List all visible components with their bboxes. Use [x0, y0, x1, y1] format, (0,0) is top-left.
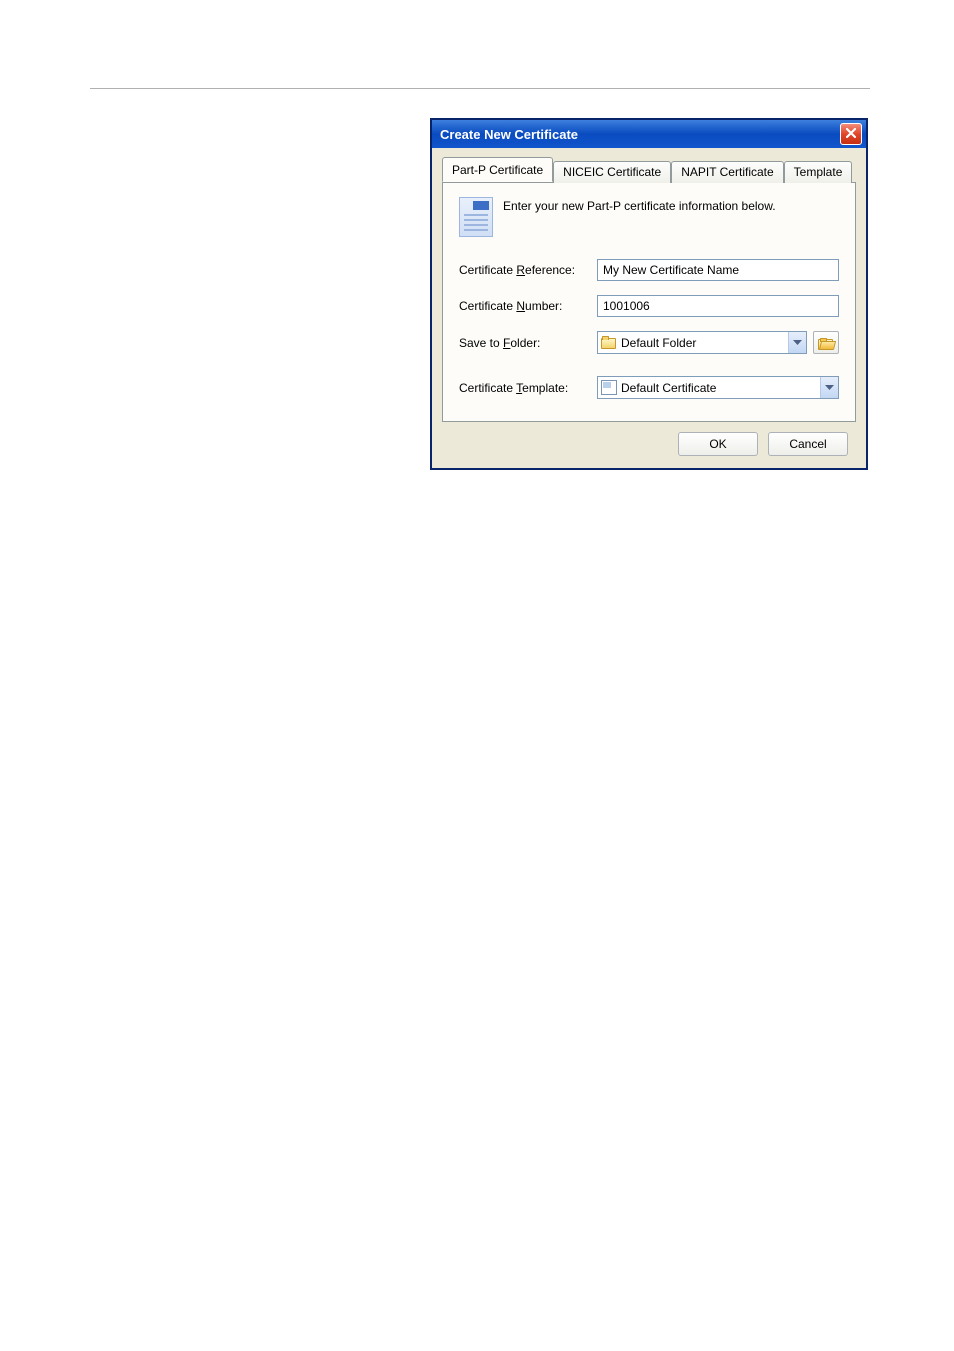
label-certificate-template: Certificate Template:	[459, 381, 597, 395]
save-to-folder-value: Default Folder	[621, 336, 788, 350]
row-certificate-reference: Certificate Reference:	[459, 259, 839, 281]
folder-open-icon	[818, 336, 835, 350]
tab-part-p[interactable]: Part-P Certificate	[442, 157, 553, 182]
chevron-down-icon	[820, 377, 838, 398]
header-divider	[90, 88, 870, 89]
tab-panel: Enter your new Part-P certificate inform…	[442, 182, 856, 422]
document-page: Create New Certificate Part-P Certificat…	[0, 0, 954, 1351]
ok-button[interactable]: OK	[678, 432, 758, 456]
close-icon	[845, 125, 857, 143]
close-button[interactable]	[840, 123, 862, 145]
titlebar: Create New Certificate	[432, 120, 866, 148]
intro-row: Enter your new Part-P certificate inform…	[459, 197, 839, 237]
folder-icon	[601, 336, 617, 349]
titlebar-text: Create New Certificate	[440, 127, 840, 142]
certificate-number-input[interactable]	[597, 295, 839, 317]
label-certificate-number: Certificate Number:	[459, 299, 597, 313]
chevron-down-icon	[788, 332, 806, 353]
label-certificate-reference: Certificate Reference:	[459, 263, 597, 277]
tab-niceic[interactable]: NICEIC Certificate	[553, 161, 671, 183]
tab-strip: Part-P Certificate NICEIC Certificate NA…	[442, 158, 856, 182]
row-save-to-folder: Save to Folder: Default Folder	[459, 331, 839, 354]
cancel-button[interactable]: Cancel	[768, 432, 848, 456]
browse-folder-button[interactable]	[813, 331, 839, 354]
certificate-reference-input[interactable]	[597, 259, 839, 281]
tab-template[interactable]: Template	[784, 161, 853, 183]
intro-text: Enter your new Part-P certificate inform…	[503, 197, 776, 213]
row-certificate-number: Certificate Number:	[459, 295, 839, 317]
template-icon	[601, 380, 617, 395]
certificate-template-combo[interactable]: Default Certificate	[597, 376, 839, 399]
row-certificate-template: Certificate Template: Default Certificat…	[459, 376, 839, 399]
dialog-button-row: OK Cancel	[442, 422, 856, 456]
dialog-body: Part-P Certificate NICEIC Certificate NA…	[432, 148, 866, 468]
save-to-folder-combo[interactable]: Default Folder	[597, 331, 807, 354]
create-certificate-dialog: Create New Certificate Part-P Certificat…	[430, 118, 868, 470]
certificate-template-value: Default Certificate	[621, 381, 820, 395]
label-save-to-folder: Save to Folder:	[459, 336, 597, 350]
document-icon	[459, 197, 493, 237]
tab-napit[interactable]: NAPIT Certificate	[671, 161, 783, 183]
